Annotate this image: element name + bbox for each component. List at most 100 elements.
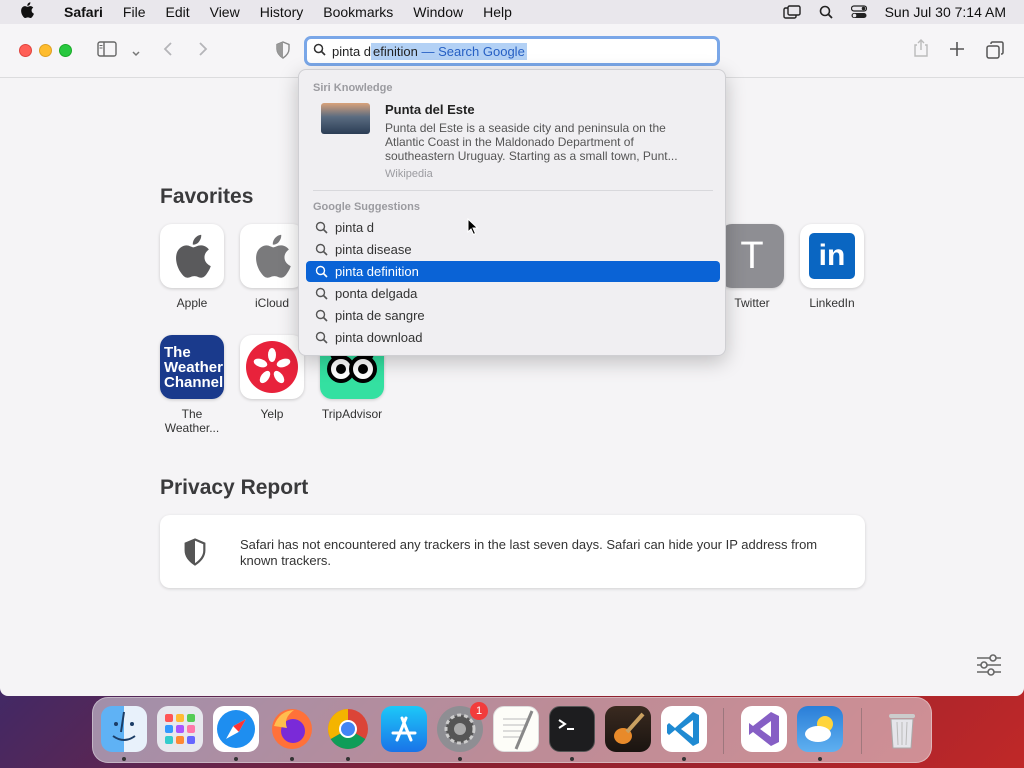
launchpad-icon[interactable]	[157, 706, 203, 752]
menu-view[interactable]: View	[200, 4, 250, 20]
terminal-icon[interactable]	[549, 706, 595, 752]
back-button-icon[interactable]	[162, 41, 174, 62]
dock: 1	[92, 697, 932, 763]
linkedin-logo-icon: in	[800, 224, 864, 288]
address-typed-text: pinta d	[332, 43, 372, 59]
menu-help[interactable]: Help	[473, 4, 522, 20]
weather-icon[interactable]	[797, 706, 843, 752]
running-indicator	[346, 757, 350, 761]
suggestion-label: pinta d	[335, 220, 375, 235]
menu-file[interactable]: File	[113, 4, 156, 20]
chevron-down-icon[interactable]	[131, 45, 141, 63]
siri-knowledge-source: Wikipedia	[385, 168, 433, 180]
app-store-icon[interactable]	[381, 706, 427, 752]
running-indicator	[818, 757, 822, 761]
favorite-weather-channel[interactable]: The Weather Channel The Weather...	[152, 335, 232, 435]
search-icon	[315, 309, 328, 322]
menu-bar: Safari File Edit View History Bookmarks …	[0, 0, 1024, 24]
privacy-report-message: Safari has not encountered any trackers …	[240, 537, 818, 568]
spotlight-search-icon[interactable]	[819, 5, 833, 19]
notification-badge: 1	[470, 702, 488, 720]
visual-studio-icon[interactable]	[741, 706, 787, 752]
trash-icon[interactable]	[879, 706, 925, 752]
address-autocomplete-selection: efinition — Search Google	[371, 42, 527, 60]
textedit-icon[interactable]	[493, 706, 539, 752]
google-suggestions-header: Google Suggestions	[313, 201, 420, 213]
new-tab-icon[interactable]	[949, 41, 965, 62]
suggestion-label: pinta disease	[335, 242, 412, 257]
favorite-label: The Weather...	[164, 407, 220, 435]
siri-knowledge-title[interactable]: Punta del Este	[385, 102, 475, 117]
finder-icon[interactable]	[101, 706, 147, 752]
suggestion-item[interactable]: pinta download	[306, 327, 720, 348]
menu-history[interactable]: History	[250, 4, 314, 20]
privacy-shield-icon	[182, 538, 208, 571]
siri-knowledge-header: Siri Knowledge	[313, 82, 393, 94]
favorite-linkedin[interactable]: in LinkedIn	[792, 224, 872, 310]
menu-window[interactable]: Window	[403, 4, 473, 20]
favorites-title: Favorites	[160, 185, 254, 208]
zoom-window-button[interactable]	[59, 44, 72, 57]
running-indicator	[458, 757, 462, 761]
vscode-icon[interactable]	[661, 706, 707, 752]
running-indicator	[682, 757, 686, 761]
menubar-clock[interactable]: Sun Jul 30 7:14 AM	[885, 4, 1006, 20]
share-icon[interactable]	[912, 38, 930, 63]
close-window-button[interactable]	[19, 44, 32, 57]
search-icon	[315, 221, 328, 234]
favorite-label: Yelp	[260, 407, 284, 421]
weather-tile-line: Channel	[164, 373, 224, 391]
siri-knowledge-description[interactable]: Punta del Este is a seaside city and pen…	[385, 121, 705, 163]
dock-separator	[723, 708, 724, 754]
screen-mirroring-icon[interactable]	[782, 5, 801, 19]
minimize-window-button[interactable]	[39, 44, 52, 57]
suggestion-label: pinta definition	[335, 264, 419, 279]
suggestion-item[interactable]: pinta de sangre	[306, 305, 720, 326]
search-suggestions-dropdown: Siri Knowledge Punta del Este Punta del …	[298, 69, 726, 356]
running-indicator	[234, 757, 238, 761]
privacy-report-title: Privacy Report	[160, 476, 309, 499]
chrome-icon[interactable]	[325, 706, 371, 752]
favorite-apple[interactable]: Apple	[152, 224, 232, 310]
twitter-tile-letter: T	[740, 234, 764, 277]
privacy-report-card[interactable]: Safari has not encountered any trackers …	[160, 515, 865, 588]
suggestion-item[interactable]: pinta d	[306, 217, 720, 238]
icloud-logo-icon	[240, 224, 304, 288]
autocomplete-text: efinition	[373, 43, 418, 59]
control-center-icon[interactable]	[850, 5, 867, 19]
suggestion-item-selected[interactable]: pinta definition	[306, 261, 720, 282]
menu-bookmarks[interactable]: Bookmarks	[313, 4, 403, 20]
search-icon	[315, 331, 328, 344]
menu-safari[interactable]: Safari	[54, 4, 113, 20]
address-bar[interactable]: pinta d efinition — Search Google	[304, 36, 720, 66]
weather-tile-line: The	[164, 343, 191, 361]
suggestion-label: pinta download	[335, 330, 423, 345]
search-google-hint: — Search Google	[417, 43, 525, 59]
tab-overview-icon[interactable]	[986, 41, 1004, 64]
suggestion-item[interactable]: ponta delgada	[306, 283, 720, 304]
privacy-shield-icon[interactable]	[275, 41, 291, 64]
garageband-icon[interactable]	[605, 706, 651, 752]
siri-knowledge-thumbnail	[321, 103, 370, 134]
suggestion-item[interactable]: pinta disease	[306, 239, 720, 260]
favorite-label: LinkedIn	[809, 296, 855, 310]
running-indicator	[122, 757, 126, 761]
favorite-label: Apple	[176, 296, 208, 310]
apple-logo-icon	[160, 224, 224, 288]
search-icon	[315, 265, 328, 278]
sidebar-toggle-icon[interactable]	[97, 41, 117, 62]
apple-menu-icon[interactable]	[0, 1, 54, 23]
favorite-label: TripAdvisor	[321, 407, 383, 421]
weather-tile-line: Weather	[164, 358, 223, 376]
suggestion-label: ponta delgada	[335, 286, 418, 301]
mouse-cursor-icon	[467, 218, 479, 236]
menu-edit[interactable]: Edit	[155, 4, 199, 20]
running-indicator	[570, 757, 574, 761]
search-icon	[315, 243, 328, 256]
safari-icon[interactable]	[213, 706, 259, 752]
forward-button-icon[interactable]	[197, 41, 209, 62]
firefox-icon[interactable]	[269, 706, 315, 752]
start-page-settings-icon[interactable]	[976, 654, 1002, 681]
divider	[313, 190, 713, 191]
dock-separator	[861, 708, 862, 754]
